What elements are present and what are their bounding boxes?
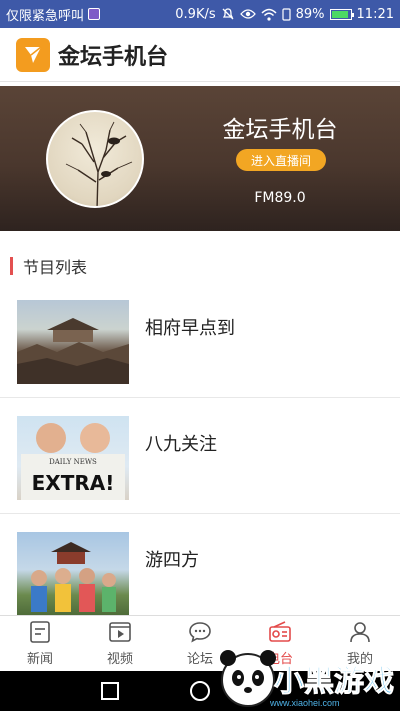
watermark-brand: 小黑游戏 xyxy=(274,664,395,700)
phone-icon xyxy=(282,7,291,21)
status-bar: 仅限紧急呼叫 0.9K/s 89% 11:21 xyxy=(0,0,400,28)
battery-percent: 89% xyxy=(295,6,325,22)
mute-icon xyxy=(222,8,234,20)
tab-label: 视频 xyxy=(106,652,133,667)
newspaper-headline: EXTRA! xyxy=(32,471,115,495)
eye-icon xyxy=(239,9,256,19)
program-name: 八九关注 xyxy=(145,434,217,455)
tab-label: 新闻 xyxy=(26,652,53,667)
paper-plane-icon xyxy=(16,37,50,72)
heading-accent-bar xyxy=(10,257,13,275)
video-icon xyxy=(109,622,131,642)
program-name: 游四方 xyxy=(145,550,199,571)
site-watermark: 小黑游戏 www.xiaohei.com xyxy=(218,640,400,710)
tab-video[interactable]: 视频 xyxy=(80,616,160,671)
station-name: 金坛手机台 xyxy=(222,117,338,143)
battery-icon xyxy=(329,8,354,20)
home-icon[interactable] xyxy=(190,681,210,701)
recent-apps-icon[interactable] xyxy=(101,682,119,700)
program-item[interactable]: DAILY NEWS EXTRA! 八九关注 xyxy=(0,398,400,514)
panda-mascot-icon xyxy=(220,650,276,707)
app-title: 金坛手机台 xyxy=(58,44,169,70)
chat-icon xyxy=(189,622,211,643)
program-thumbnail xyxy=(17,532,129,616)
tab-label: 论坛 xyxy=(186,652,213,667)
newspaper-masthead: DAILY NEWS xyxy=(49,458,97,466)
news-icon xyxy=(30,621,50,643)
program-name: 相府早点到 xyxy=(145,318,235,339)
enter-live-button[interactable]: 进入直播间 xyxy=(236,149,326,171)
carrier-text: 仅限紧急呼叫 xyxy=(6,8,85,24)
tab-news[interactable]: 新闻 xyxy=(0,616,80,671)
station-photo xyxy=(46,110,144,208)
app-header: 金坛手机台 xyxy=(0,28,400,82)
program-item[interactable]: 相府早点到 xyxy=(0,282,400,398)
wifi-icon xyxy=(261,8,277,21)
net-speed: 0.9K/s xyxy=(175,6,216,22)
program-list-heading: 节目列表 xyxy=(0,250,400,282)
program-thumbnail xyxy=(17,300,129,384)
program-thumbnail: DAILY NEWS EXTRA! xyxy=(17,416,129,500)
clock: 11:21 xyxy=(356,6,394,22)
program-item[interactable]: 游四方 xyxy=(0,514,400,616)
frequency-label: FM89.0 xyxy=(254,190,306,206)
section-title: 节目列表 xyxy=(23,258,88,277)
sim-icon xyxy=(88,8,101,20)
watermark-domain: www.xiaohei.com xyxy=(270,698,340,708)
